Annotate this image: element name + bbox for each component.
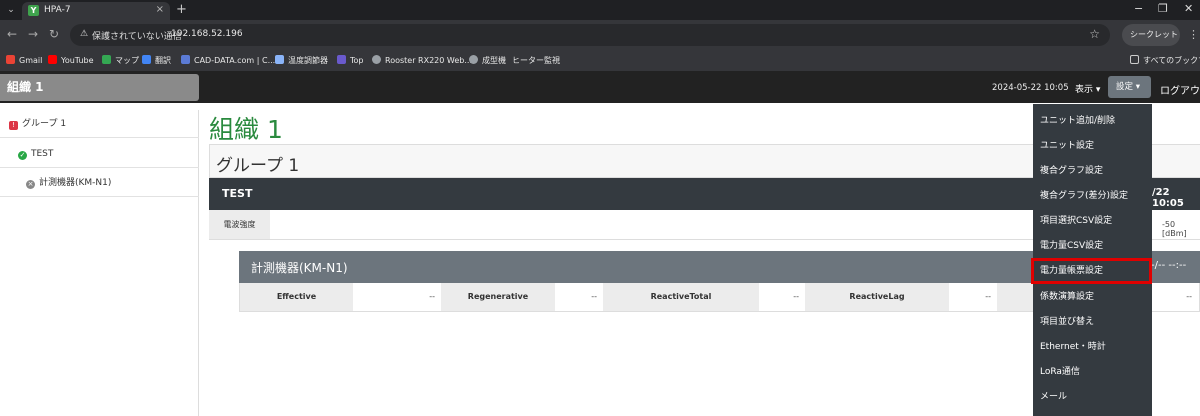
- cad-icon: [181, 55, 190, 64]
- new-tab-icon[interactable]: +: [176, 2, 187, 17]
- reload-icon[interactable]: ↻: [49, 27, 59, 41]
- bookmark-rooster[interactable]: Rooster RX220 Web...: [372, 55, 472, 65]
- temp-icon: [275, 55, 284, 64]
- globe-icon: [469, 55, 478, 64]
- menu-item-lora[interactable]: LoRa通信: [1033, 360, 1152, 385]
- forward-icon[interactable]: →: [28, 27, 38, 41]
- menu-item-reorder[interactable]: 項目並び替え: [1033, 310, 1152, 335]
- bookmark-youtube[interactable]: YouTube: [48, 55, 94, 65]
- bookmark-molding[interactable]: 成型機: [469, 55, 506, 66]
- measurement-label: Regenerative: [441, 283, 555, 311]
- bookmark-star-icon[interactable]: ☆: [1089, 27, 1100, 41]
- x-circle-icon: ×: [26, 180, 35, 189]
- browser-tab-active[interactable]: Y HPA-7 ×: [22, 2, 170, 20]
- caret-down-icon: ▾: [1095, 85, 1101, 95]
- warning-icon[interactable]: ⚠: [80, 29, 88, 39]
- bookmark-top[interactable]: Top: [337, 55, 364, 65]
- menu-item-coefficient[interactable]: 係数演算設定: [1033, 285, 1152, 310]
- measurement-value: --: [429, 292, 435, 301]
- current-datetime: 2024-05-22 10:05: [992, 83, 1069, 93]
- window-close-icon[interactable]: ✕: [1184, 2, 1193, 15]
- address-bar[interactable]: ⚠ 保護されていない通信 192.168.52.196 ☆: [70, 24, 1110, 46]
- folder-icon: [1130, 55, 1139, 64]
- signal-strength-label: 電波強度: [209, 210, 270, 239]
- highlight-box: [1031, 258, 1152, 284]
- bookmarks-bar: Gmail YouTube マップ 翻訳 CAD-DATA.com | C...…: [0, 50, 1200, 72]
- browser-tabstrip: ⌄ Y HPA-7 × + − ❐ ✕: [0, 0, 1200, 20]
- device-name: 計測機器(KM-N1): [251, 261, 348, 275]
- app-navbar: 組織 1 2024-05-22 10:05 表示 ▾ 設定 ▾ ログアウト: [0, 72, 1200, 103]
- bookmark-gmail[interactable]: Gmail: [6, 55, 42, 65]
- logout-link[interactable]: ログアウト: [1160, 82, 1200, 97]
- bookmark-cad-data[interactable]: CAD-DATA.com | C...: [181, 55, 275, 65]
- menu-item-item-csv[interactable]: 項目選択CSV設定: [1033, 209, 1152, 234]
- incognito-label: シークレット: [1130, 30, 1178, 39]
- measurement-value: --: [591, 292, 597, 301]
- top-icon: [337, 55, 346, 64]
- bookmark-heater[interactable]: ヒーター監視: [512, 55, 560, 66]
- menu-item-unit-add-remove[interactable]: ユニット追加/削除: [1033, 109, 1152, 134]
- bookmark-translate[interactable]: 翻訳: [142, 55, 171, 66]
- browser-menu-icon[interactable]: ⋮: [1188, 28, 1199, 41]
- measurement-label: [997, 283, 1037, 311]
- youtube-icon: [48, 55, 57, 64]
- measurement-label: Effective: [240, 283, 353, 311]
- security-status-label[interactable]: 保護されていない通信: [92, 29, 182, 42]
- menu-item-composite-graph[interactable]: 複合グラフ設定: [1033, 159, 1152, 184]
- site-favicon-icon: Y: [28, 5, 39, 16]
- gmail-icon: [6, 55, 15, 64]
- sidebar-tree: ! グループ 1 ✓ TEST × 計測機器(KM-N1): [0, 110, 199, 416]
- menu-item-power-csv[interactable]: 電力量CSV設定: [1033, 234, 1152, 259]
- org-brand[interactable]: 組織 1: [0, 74, 199, 101]
- browser-toolbar: ← → ↻ ⚠ 保護されていない通信 192.168.52.196 ☆ シークレ…: [0, 20, 1200, 50]
- back-icon[interactable]: ←: [7, 27, 17, 41]
- measurement-value: --: [985, 292, 991, 301]
- settings-menu-toggle[interactable]: 設定 ▾: [1108, 76, 1151, 98]
- sidebar-item-device[interactable]: × 計測機器(KM-N1): [0, 169, 199, 197]
- url-text[interactable]: 192.168.52.196: [171, 29, 243, 39]
- menu-item-composite-graph-diff[interactable]: 複合グラフ(差分)設定: [1033, 184, 1152, 209]
- globe-icon: [372, 55, 381, 64]
- tab-list-icon[interactable]: ⌄: [4, 3, 18, 17]
- measurement-label: ReactiveLag: [805, 283, 949, 311]
- maps-icon: [102, 55, 111, 64]
- device-last-update: -/-- --:--: [1151, 260, 1187, 271]
- unit-name: TEST: [222, 187, 253, 200]
- check-circle-icon: ✓: [18, 151, 27, 160]
- group-title: グループ 1: [216, 156, 300, 176]
- page-title: 組織 1: [209, 115, 283, 144]
- bookmark-temperature[interactable]: 温度調節器: [275, 55, 328, 66]
- all-bookmarks[interactable]: すべてのブックマーク: [1130, 55, 1200, 66]
- menu-item-unit-settings[interactable]: ユニット設定: [1033, 134, 1152, 159]
- signal-strength-value: -50 [dBm]: [1162, 220, 1187, 238]
- tab-title: HPA-7: [44, 5, 71, 15]
- maximize-icon[interactable]: ❐: [1158, 2, 1168, 15]
- measurement-value: --: [793, 292, 799, 301]
- translate-icon: [142, 55, 151, 64]
- caret-down-icon: ▾: [1135, 82, 1140, 92]
- view-menu-toggle[interactable]: 表示 ▾: [1075, 82, 1100, 95]
- tab-close-icon[interactable]: ×: [156, 4, 164, 15]
- measurement-label: ReactiveTotal: [603, 283, 759, 311]
- sidebar-item-group[interactable]: ! グループ 1: [0, 110, 199, 138]
- menu-item-mail[interactable]: メール: [1033, 385, 1152, 410]
- bookmark-maps[interactable]: マップ: [102, 55, 139, 66]
- alert-icon: !: [9, 121, 18, 130]
- unit-last-update: /22 10:05: [1152, 187, 1184, 209]
- sidebar-item-unit[interactable]: ✓ TEST: [0, 140, 199, 168]
- incognito-badge[interactable]: シークレット: [1122, 24, 1180, 46]
- minimize-icon[interactable]: −: [1134, 2, 1143, 15]
- menu-item-ethernet-clock[interactable]: Ethernet・時計: [1033, 335, 1152, 360]
